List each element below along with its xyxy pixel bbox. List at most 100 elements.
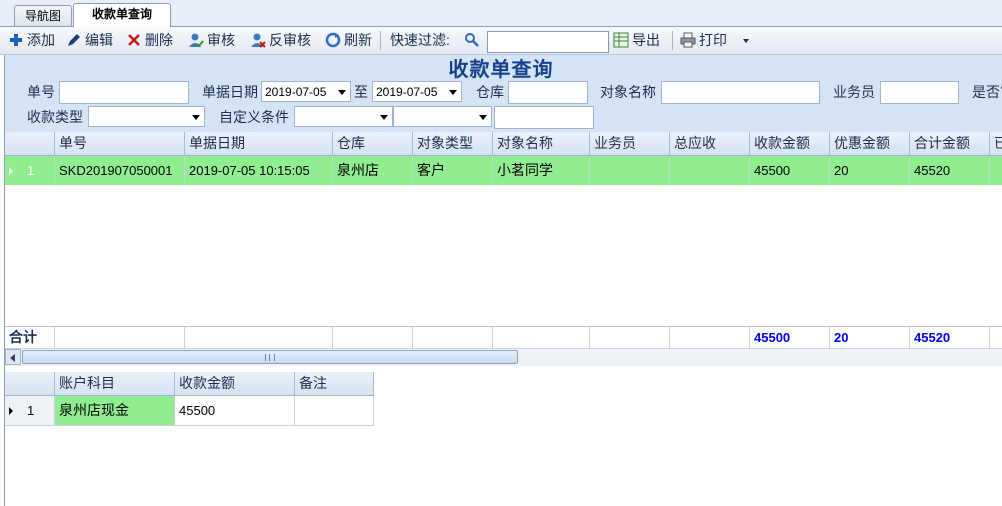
add-label: 添加: [27, 32, 55, 48]
custom-field-select[interactable]: [294, 106, 393, 127]
column-header[interactable]: 账户科目: [55, 372, 175, 395]
target-name-label: 对象名称: [600, 84, 656, 100]
order-no-input[interactable]: [59, 81, 189, 104]
tab-receipt-query[interactable]: 收款单查询: [73, 3, 171, 27]
salesman-label: 业务员: [833, 84, 875, 100]
quick-filter-input[interactable]: [487, 31, 609, 53]
detail-grid-header: 账户科目 收款金额 备注: [5, 372, 374, 396]
column-header[interactable]: 总应收: [670, 132, 750, 155]
unaudit-button[interactable]: 反审核: [250, 30, 311, 50]
user-check-icon: [189, 33, 204, 48]
column-header[interactable]: 仓库: [333, 132, 413, 155]
column-header[interactable]: 对象名称: [493, 132, 590, 155]
column-header[interactable]: 单号: [55, 132, 185, 155]
summary-cell: [990, 327, 1002, 348]
column-header[interactable]: 已: [990, 132, 1002, 155]
table-cell: 小茗同学: [493, 156, 590, 185]
print-label: 打印: [699, 32, 727, 48]
salesman-input[interactable]: [880, 81, 959, 104]
chevron-down-icon: [192, 115, 200, 120]
table-cell[interactable]: [295, 396, 374, 425]
date-label: 单据日期: [202, 84, 258, 100]
row-index: 1: [27, 403, 35, 418]
row-pointer-icon: [9, 407, 13, 415]
row-index: 1: [27, 163, 35, 178]
detail-table-row[interactable]: 1 泉州店现金 45500: [5, 396, 374, 426]
summary-cell: [670, 327, 750, 348]
plus-icon: [10, 34, 22, 46]
chevron-down-icon: [380, 115, 388, 120]
toolbar-separator: [672, 31, 673, 50]
receipt-type-select[interactable]: [88, 106, 205, 127]
audit-label: 审核: [207, 32, 235, 48]
table-cell: SKD201907050001: [55, 156, 185, 185]
search-icon: [465, 33, 479, 47]
refresh-button[interactable]: 刷新: [325, 30, 372, 50]
summary-cell: [333, 327, 413, 348]
column-header[interactable]: 收款金额: [175, 372, 295, 395]
column-header[interactable]: 备注: [295, 372, 374, 395]
summary-label: 合计: [5, 327, 55, 348]
audit-button[interactable]: 审核: [188, 30, 235, 50]
edit-button[interactable]: 编辑: [66, 30, 113, 50]
left-border: [4, 55, 5, 506]
custom-op-select[interactable]: [393, 106, 492, 127]
export-button[interactable]: 导出: [613, 30, 660, 50]
table-cell[interactable]: 泉州店现金: [55, 396, 175, 425]
refresh-icon: [325, 32, 341, 48]
audited-label: 是否审: [972, 84, 1002, 100]
table-cell: [990, 156, 1002, 185]
table-cell: 45520: [910, 156, 990, 185]
row-header-corner: [5, 132, 55, 155]
refresh-label: 刷新: [344, 32, 372, 48]
date-from-value: 2019-07-05: [265, 85, 327, 99]
date-from-picker[interactable]: 2019-07-05: [261, 81, 351, 102]
receipt-type-label: 收款类型: [27, 109, 83, 125]
table-cell: 泉州店: [333, 156, 413, 185]
edit-label: 编辑: [85, 32, 113, 48]
scroll-thumb[interactable]: [22, 350, 518, 364]
column-header[interactable]: 合计金额: [910, 132, 990, 155]
date-to-picker[interactable]: 2019-07-05: [372, 81, 462, 102]
export-label: 导出: [632, 32, 660, 48]
summary-cell: [55, 327, 185, 348]
quick-filter-label: 快速过滤:: [390, 32, 450, 48]
column-header[interactable]: 优惠金额: [830, 132, 910, 155]
quick-filter-search-button[interactable]: [464, 30, 483, 50]
delete-button[interactable]: 删除: [126, 30, 173, 50]
custom-cond-label: 自定义条件: [219, 109, 289, 125]
column-header[interactable]: 业务员: [590, 132, 670, 155]
target-name-input[interactable]: [661, 81, 820, 104]
table-cell: 45500: [750, 156, 830, 185]
print-button[interactable]: 打印: [680, 30, 749, 50]
page-title: 收款单查询: [448, 59, 554, 81]
custom-value-input[interactable]: [494, 106, 594, 129]
row-indicator: 1: [5, 396, 55, 425]
tab-strip: 导航图 收款单查询: [0, 0, 1002, 27]
table-cell: [590, 156, 670, 185]
tab-navigation[interactable]: 导航图: [14, 5, 72, 26]
summary-cell: 20: [830, 327, 910, 348]
summary-row: 合计 45500 20 45520: [5, 326, 1002, 349]
table-row[interactable]: 1 SKD201907050001 2019-07-05 10:15:05 泉州…: [5, 156, 1002, 185]
scroll-left-button[interactable]: [5, 349, 21, 365]
column-header[interactable]: 单据日期: [185, 132, 333, 155]
table-cell: 2019-07-05 10:15:05: [185, 156, 333, 185]
add-button[interactable]: 添加: [8, 30, 55, 50]
chevron-down-icon[interactable]: [742, 39, 749, 43]
summary-cell: 45500: [750, 327, 830, 348]
chevron-down-icon: [449, 90, 457, 95]
warehouse-input[interactable]: [508, 81, 588, 104]
table-cell[interactable]: 45500: [175, 396, 295, 425]
printer-icon: [680, 32, 696, 48]
spreadsheet-icon: [613, 32, 629, 48]
column-header[interactable]: 对象类型: [413, 132, 493, 155]
summary-cell: [185, 327, 333, 348]
horizontal-scrollbar[interactable]: [5, 348, 1002, 366]
table-cell: [670, 156, 750, 185]
column-header[interactable]: 收款金额: [750, 132, 830, 155]
table-cell: 20: [830, 156, 910, 185]
toolbar-separator: [380, 31, 381, 50]
summary-cell: 45520: [910, 327, 990, 348]
date-to-value: 2019-07-05: [376, 85, 438, 99]
